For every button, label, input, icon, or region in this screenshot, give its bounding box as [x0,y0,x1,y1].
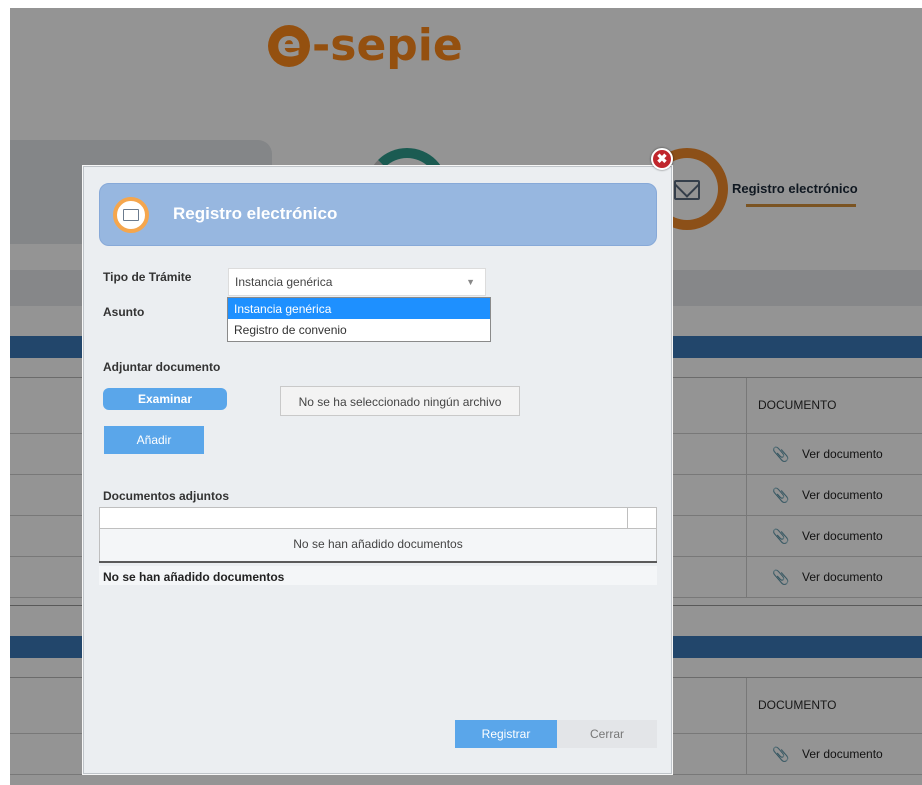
modal-header: Registro electrónico [99,183,657,246]
tipo-tramite-dropdown[interactable]: Instancia genérica Registro de convenio [227,297,491,342]
registrar-button[interactable]: Registrar [455,720,557,748]
column-separator [627,508,628,529]
screen: e -sepie Registro electrónico DOCUMENTO 📎… [0,0,922,785]
registro-icon [113,197,149,233]
documentos-footer-text: No se han añadido documentos [103,570,285,584]
documentos-footer: No se han añadido documentos [99,566,657,585]
documentos-adjuntos-label: Documentos adjuntos [103,489,230,503]
table-header [100,508,656,529]
tipo-tramite-value: Instancia genérica [235,275,333,289]
divider [99,561,657,563]
asunto-label: Asunto [103,305,145,319]
dropdown-option-convenio[interactable]: Registro de convenio [228,319,490,340]
cerrar-button[interactable]: Cerrar [557,720,657,748]
adjuntar-label: Adjuntar documento [103,360,221,374]
tipo-tramite-select[interactable]: Instancia genérica ▼ [228,268,486,296]
anadir-button[interactable]: Añadir [104,426,204,454]
close-icon[interactable]: ✖ [651,148,673,170]
dropdown-option-instancia[interactable]: Instancia genérica [228,298,490,319]
registro-modal: Registro electrónico Tipo de Trámite Ins… [83,166,672,774]
empty-message: No se han añadido documentos [293,537,463,551]
modal-title: Registro electrónico [173,204,338,223]
file-status: No se ha seleccionado ningún archivo [280,386,520,416]
tipo-tramite-label: Tipo de Trámite [103,270,192,284]
envelope-icon [123,209,139,221]
chevron-down-icon: ▼ [466,277,475,287]
documentos-table: No se han añadido documentos [99,507,657,562]
examinar-button[interactable]: Examinar [103,388,227,410]
